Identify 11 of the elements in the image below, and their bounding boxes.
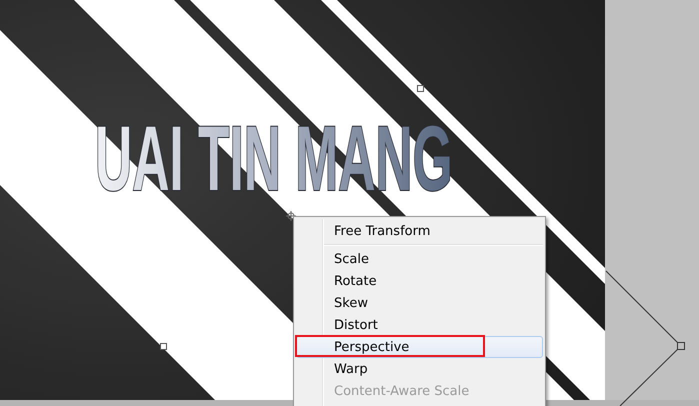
menu-item[interactable]: Perspective [296,336,543,358]
transform-bounding-box[interactable] [606,270,685,406]
menu-item[interactable]: Rotate [296,270,543,292]
transform-handle[interactable] [160,343,167,350]
menu-item[interactable]: Skew [296,292,543,314]
pivot-point-icon[interactable] [286,210,296,222]
transform-handle[interactable] [417,85,424,92]
menu-item[interactable]: Warp [296,358,543,380]
menu-item[interactable]: Scale [296,248,543,270]
menu-item[interactable]: Distort [296,314,543,336]
menu-item[interactable]: Free Transform [296,220,543,242]
